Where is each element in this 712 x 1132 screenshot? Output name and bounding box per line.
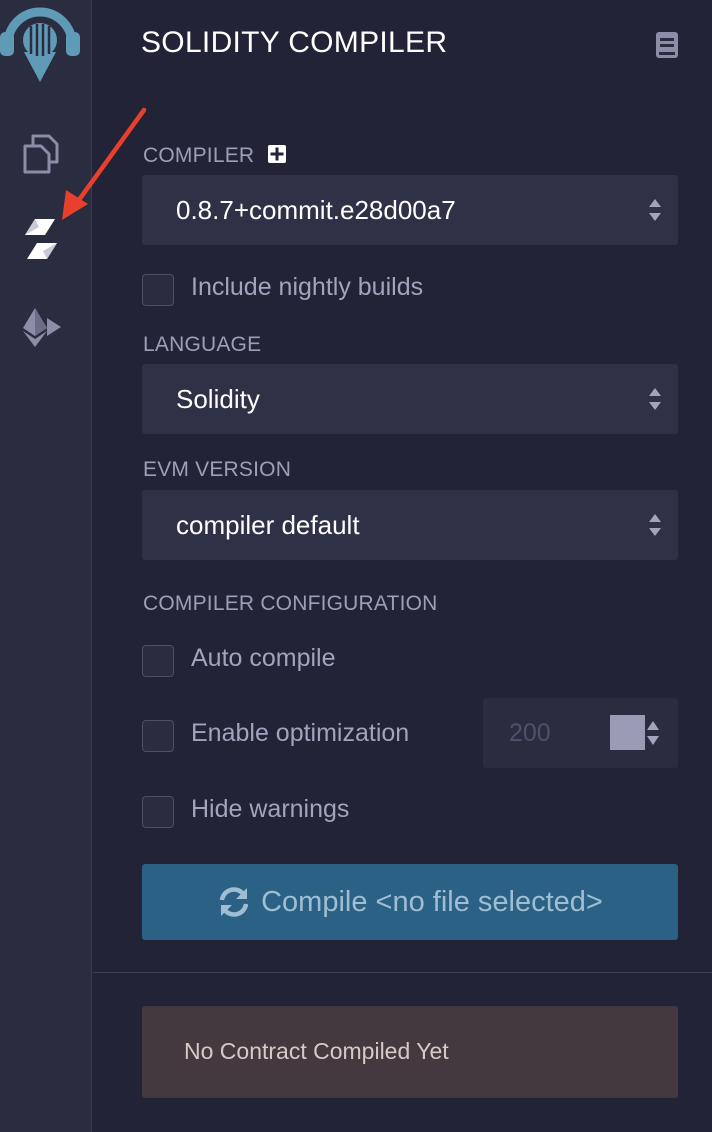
compile-status-box: No Contract Compiled Yet xyxy=(142,1006,678,1098)
enable-optimization-label: Enable optimization xyxy=(191,719,410,747)
add-compiler-icon[interactable] xyxy=(267,144,287,164)
documentation-book-icon[interactable] xyxy=(655,32,679,58)
language-select[interactable]: Solidity xyxy=(142,364,678,434)
auto-compile-checkbox[interactable] xyxy=(142,645,174,677)
select-caret-icon xyxy=(649,388,661,410)
runs-spinner-box[interactable] xyxy=(610,715,645,750)
remix-app: SOLIDITY COMPILER COMPILER 0.8.7+commit.… xyxy=(0,0,712,1132)
compile-status-message: No Contract Compiled Yet xyxy=(184,1038,449,1064)
evm-version-select[interactable]: compiler default xyxy=(142,490,678,560)
select-caret-icon xyxy=(649,199,661,221)
auto-compile-label: Auto compile xyxy=(191,644,336,672)
optimization-runs-value: 200 xyxy=(509,719,551,747)
compiler-version-value: 0.8.7+commit.e28d00a7 xyxy=(176,195,456,225)
hide-warnings-checkbox[interactable] xyxy=(142,796,174,828)
language-value: Solidity xyxy=(176,384,260,414)
select-caret-icon xyxy=(649,514,661,536)
nightly-builds-checkbox[interactable] xyxy=(142,274,174,306)
compiler-panel: SOLIDITY COMPILER COMPILER 0.8.7+commit.… xyxy=(93,0,712,1132)
remix-logo-icon[interactable] xyxy=(0,0,92,92)
hide-warnings-label: Hide warnings xyxy=(191,795,350,823)
section-divider xyxy=(93,972,712,973)
compiler-configuration-label: COMPILER CONFIGURATION xyxy=(143,592,438,615)
compile-button[interactable]: Compile <no file selected> xyxy=(142,864,678,940)
panel-title: SOLIDITY COMPILER xyxy=(141,26,448,59)
optimization-runs-input[interactable]: 200 xyxy=(483,698,678,768)
deploy-run-icon[interactable] xyxy=(16,302,66,352)
evm-version-value: compiler default xyxy=(176,510,360,540)
compile-button-label: Compile <no file selected> xyxy=(261,885,603,918)
nightly-builds-label: Include nightly builds xyxy=(191,273,424,301)
compiler-version-select[interactable]: 0.8.7+commit.e28d00a7 xyxy=(142,175,678,245)
enable-optimization-checkbox[interactable] xyxy=(142,720,174,752)
runs-spinner-icon[interactable] xyxy=(646,718,660,748)
language-label: LANGUAGE xyxy=(143,333,262,356)
refresh-icon xyxy=(219,887,249,917)
evm-version-label: EVM VERSION xyxy=(143,458,292,481)
compiler-label: COMPILER xyxy=(143,144,255,167)
